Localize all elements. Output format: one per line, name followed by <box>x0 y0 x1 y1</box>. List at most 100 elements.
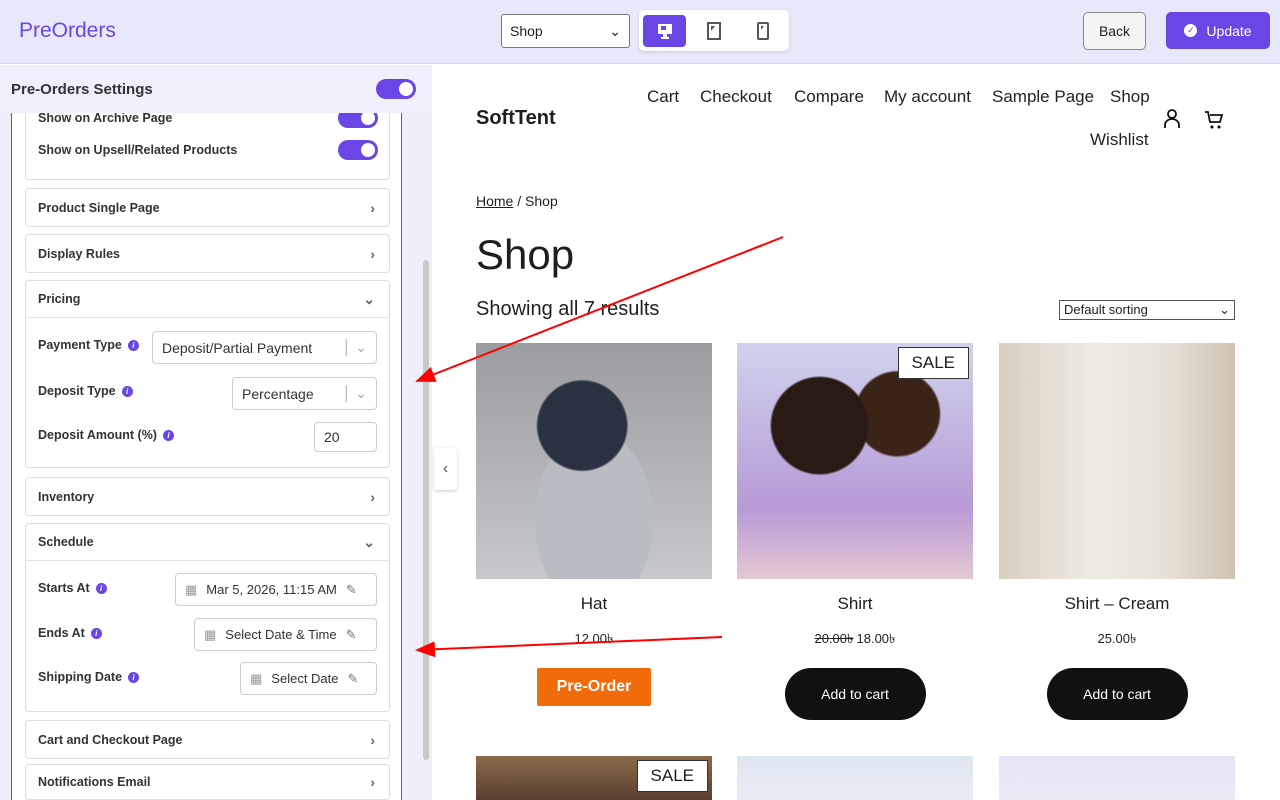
sort-value: Default sorting <box>1064 302 1148 317</box>
ends-at-picker[interactable]: ▦ Select Date & Time ✎ <box>194 618 377 651</box>
desktop-icon <box>657 23 672 39</box>
ends-label: Ends At i <box>38 626 102 640</box>
starts-at-picker[interactable]: ▦ Mar 5, 2026, 11:15 AM ✎ <box>175 573 377 606</box>
upsell-label: Show on Upsell/Related Products <box>38 143 238 157</box>
section-inventory[interactable]: Inventory › <box>25 477 390 516</box>
tablet-view-button[interactable] <box>692 15 735 47</box>
section-label: Display Rules <box>38 246 120 261</box>
shipping-label: Shipping Date i <box>38 670 140 684</box>
pencil-icon: ✎ <box>347 670 359 686</box>
chevron-down-icon: ⌄ <box>363 533 375 550</box>
device-switcher <box>639 10 789 51</box>
section-schedule: Schedule ⌄ Starts At i ▦ Mar 5, 2026, 11:15… <box>25 523 390 712</box>
archive-label: Show on Archive Page <box>38 111 173 125</box>
schedule-header[interactable]: Schedule ⌄ <box>26 524 389 561</box>
section-label: Inventory <box>38 489 95 504</box>
section-notifications[interactable]: Notifications Email › <box>25 764 390 800</box>
deposit-type-select[interactable]: Percentage │ ⌄ <box>232 377 377 410</box>
pricing-header[interactable]: Pricing ⌄ <box>26 281 389 318</box>
upsell-toggle[interactable] <box>338 140 378 160</box>
product-name[interactable]: Shirt <box>737 594 973 614</box>
section-display-rules[interactable]: Display Rules › <box>25 234 390 273</box>
product-name[interactable]: Hat <box>476 594 712 614</box>
brand-title: PreOrders <box>19 19 116 42</box>
section-product-single[interactable]: Product Single Page › <box>25 188 390 227</box>
tablet-icon <box>706 21 721 40</box>
chevron-down-icon: ⌄ <box>1219 302 1230 317</box>
pencil-icon: ✎ <box>345 581 357 597</box>
nav-checkout[interactable]: Checkout <box>700 87 772 107</box>
desktop-view-button[interactable] <box>643 14 687 47</box>
nav-shop[interactable]: Shop <box>1110 87 1150 107</box>
result-count: Showing all 7 results <box>476 298 660 320</box>
old-price: 20.00৳ <box>814 631 854 646</box>
info-icon[interactable]: i <box>127 339 139 351</box>
pre-order-button[interactable]: Pre-Order <box>536 668 652 706</box>
chevron-left-icon: ‹ <box>442 460 449 477</box>
preorders-enable-toggle[interactable] <box>376 79 416 99</box>
payment-type-label: Payment Type i <box>38 338 139 352</box>
product-card: SALE Shirt 20.00৳ 18.00৳ Add to cart <box>737 343 973 720</box>
nav-cart[interactable]: Cart <box>647 87 679 107</box>
page-select[interactable]: Shop ⌄ <box>501 14 630 48</box>
info-icon[interactable]: i <box>90 627 102 639</box>
settings-sidebar: Pre-Orders Settings Show on Archive Page… <box>0 65 432 800</box>
nav-compare[interactable]: Compare <box>794 87 864 107</box>
shipping-date-picker[interactable]: ▦ Select Date ✎ <box>240 662 377 695</box>
product-image[interactable] <box>999 756 1235 800</box>
breadcrumb-current: / Shop <box>513 193 558 209</box>
site-preview: SoftTent Cart Checkout Compare My accoun… <box>432 65 1280 800</box>
info-icon[interactable]: i <box>128 671 140 683</box>
calendar-icon: ▦ <box>185 581 198 597</box>
product-image[interactable] <box>476 343 712 579</box>
user-icon[interactable] <box>1162 108 1182 130</box>
mobile-view-button[interactable] <box>742 15 785 47</box>
chevron-right-icon: › <box>370 731 375 748</box>
section-label: Pricing <box>38 292 81 306</box>
chevron-right-icon: › <box>370 774 375 790</box>
nav-wishlist[interactable]: Wishlist <box>1090 130 1149 150</box>
page-select-value: Shop <box>510 23 543 39</box>
calendar-icon: ▦ <box>250 670 263 686</box>
info-icon[interactable]: i <box>162 429 174 441</box>
chevron-down-icon: ⌄ <box>609 23 621 39</box>
product-card: Shirt – Cream 25.00৳ Add to cart <box>999 343 1235 720</box>
page-title: Shop <box>476 231 575 278</box>
nav-sample-page[interactable]: Sample Page <box>992 87 1094 107</box>
product-price: 12.00৳ <box>574 631 614 646</box>
add-to-cart-button[interactable]: Add to cart <box>1046 668 1188 720</box>
settings-title: Pre-Orders Settings <box>11 80 153 98</box>
section-label: Notifications Email <box>38 775 151 789</box>
product-image[interactable] <box>737 756 973 800</box>
section-cart-checkout[interactable]: Cart and Checkout Page › <box>25 720 390 759</box>
deposit-amount-input[interactable]: 20 <box>314 422 377 452</box>
nav-my-account[interactable]: My account <box>884 87 971 107</box>
upsell-row: Show on Upsell/Related Products <box>38 140 378 160</box>
collapse-sidebar-button[interactable]: ‹ <box>434 448 457 490</box>
sidebar-scrollbar[interactable] <box>423 260 429 760</box>
site-logo[interactable]: SoftTent <box>476 107 556 130</box>
update-button[interactable]: ✓ Update <box>1166 12 1270 49</box>
back-button[interactable]: Back <box>1083 12 1146 50</box>
breadcrumb: Home / Shop <box>476 193 558 209</box>
product-name[interactable]: Shirt – Cream <box>999 594 1235 614</box>
product-image[interactable]: SALE <box>476 756 712 800</box>
sale-badge: SALE <box>897 347 969 379</box>
top-bar: PreOrders Shop ⌄ Back ✓ Update <box>0 0 1280 64</box>
cart-icon[interactable] <box>1204 110 1224 130</box>
product-image[interactable]: SALE <box>737 343 973 579</box>
product-image[interactable] <box>999 343 1235 579</box>
info-icon[interactable]: i <box>95 582 107 594</box>
section-pricing: Pricing ⌄ Payment Type i Deposit/Partial P… <box>25 280 390 468</box>
payment-type-select[interactable]: Deposit/Partial Payment │ ⌄ <box>152 331 377 364</box>
settings-header: Pre-Orders Settings <box>0 65 432 113</box>
add-to-cart-button[interactable]: Add to cart <box>784 668 926 720</box>
info-icon[interactable]: i <box>121 385 133 397</box>
deposit-type-label: Deposit Type i <box>38 384 133 398</box>
update-label: Update <box>1206 22 1252 39</box>
chevron-down-icon: │ ⌄ <box>342 385 367 401</box>
product-price: 20.00৳ 18.00৳ <box>737 630 973 651</box>
sort-select[interactable]: Default sorting ⌄ <box>1059 300 1235 320</box>
settings-panel: Show on Archive Page Show on Upsell/Rela… <box>11 65 402 800</box>
breadcrumb-home[interactable]: Home <box>476 193 513 209</box>
